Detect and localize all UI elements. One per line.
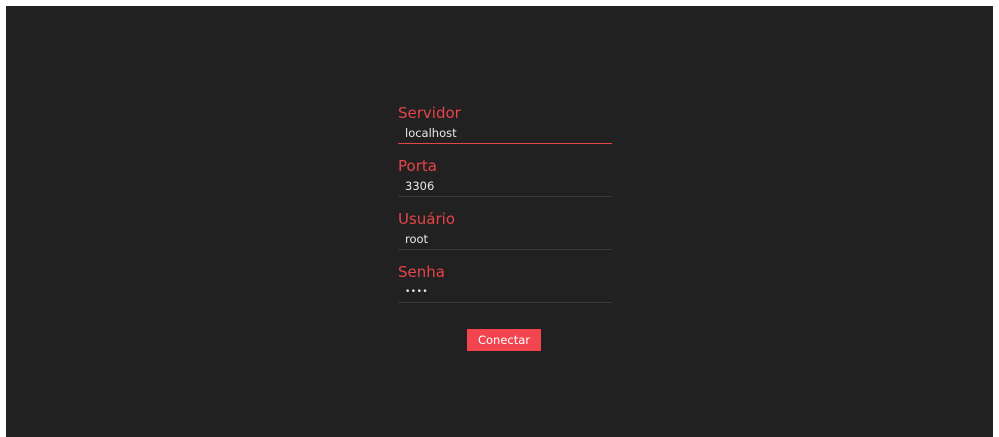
password-label: Senha [398, 263, 445, 281]
app-window: Servidor localhost Porta 3306 Usuário ro… [6, 6, 993, 437]
server-input[interactable]: localhost [398, 124, 612, 144]
port-label: Porta [398, 157, 437, 175]
server-field-group: Servidor localhost [398, 104, 612, 157]
connect-button[interactable]: Conectar [467, 329, 541, 351]
password-field-group: Senha •••• [398, 263, 612, 316]
button-row: Conectar [398, 329, 612, 351]
port-input[interactable]: 3306 [398, 177, 612, 197]
user-field-group: Usuário root [398, 210, 612, 263]
password-input[interactable]: •••• [398, 283, 612, 303]
user-label: Usuário [398, 210, 456, 228]
port-field-group: Porta 3306 [398, 157, 612, 210]
connection-form: Servidor localhost Porta 3306 Usuário ro… [398, 104, 612, 351]
server-label: Servidor [398, 104, 461, 122]
user-input[interactable]: root [398, 230, 612, 250]
